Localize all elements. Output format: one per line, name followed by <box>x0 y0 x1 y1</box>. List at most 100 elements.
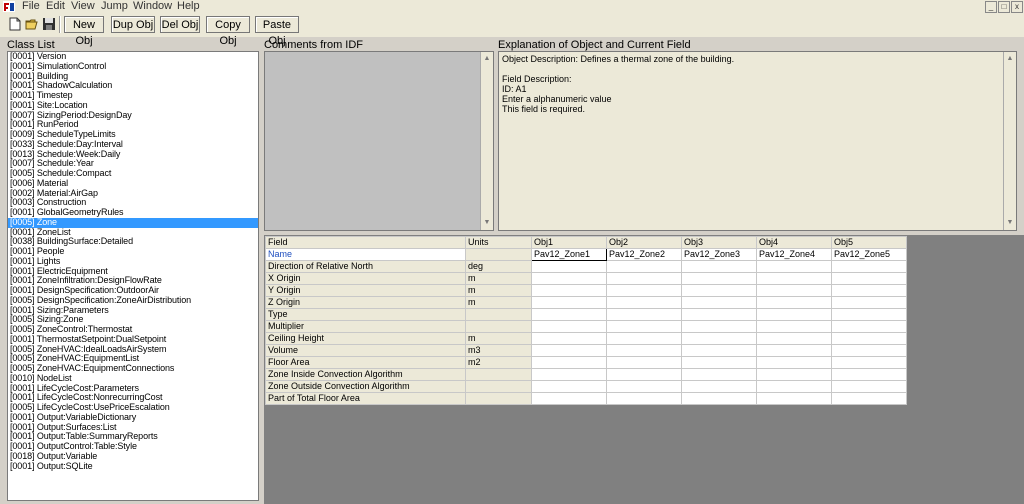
object-value-cell[interactable] <box>756 380 832 393</box>
object-value-cell[interactable] <box>756 320 832 333</box>
field-name-cell[interactable]: Volume <box>265 344 466 357</box>
object-value-cell[interactable] <box>531 296 607 309</box>
field-name-cell[interactable]: Ceiling Height <box>265 332 466 345</box>
object-value-cell[interactable] <box>531 344 607 357</box>
object-value-cell[interactable] <box>831 308 907 321</box>
scroll-down-arrow-icon[interactable]: ▼ <box>1004 217 1016 229</box>
close-button[interactable]: x <box>1011 1 1023 13</box>
object-value-cell[interactable] <box>606 260 682 273</box>
comments-textbox[interactable]: ▲ ▼ <box>264 51 494 231</box>
object-value-cell[interactable] <box>681 380 757 393</box>
object-value-cell[interactable] <box>681 320 757 333</box>
grid-column-header[interactable]: Obj5 <box>831 236 907 249</box>
minimize-button[interactable]: _ <box>985 1 997 13</box>
object-value-cell[interactable] <box>831 332 907 345</box>
menu-help[interactable]: Help <box>177 0 200 13</box>
save-icon[interactable] <box>42 17 56 31</box>
object-value-cell[interactable] <box>531 380 607 393</box>
field-name-cell[interactable]: X Origin <box>265 272 466 285</box>
dup-obj-button[interactable]: Dup Obj <box>111 16 155 33</box>
new-file-icon[interactable] <box>8 17 22 31</box>
object-value-cell[interactable] <box>606 320 682 333</box>
field-name-cell[interactable]: Zone Inside Convection Algorithm <box>265 368 466 381</box>
open-folder-icon[interactable] <box>25 17 39 31</box>
grid-column-header[interactable]: Units <box>465 236 532 249</box>
object-grid[interactable]: Field Units Obj1 Obj2 Obj3 Obj4 Obj5 Name Pav12_… <box>265 236 907 405</box>
paste-obj-button[interactable]: Paste Obj <box>255 16 299 47</box>
object-value-cell[interactable] <box>756 368 832 381</box>
object-value-cell[interactable] <box>681 308 757 321</box>
del-obj-button[interactable]: Del Obj <box>160 16 200 33</box>
object-value-cell[interactable] <box>831 296 907 309</box>
object-value-cell[interactable] <box>606 296 682 309</box>
menu-jump[interactable]: Jump <box>101 0 128 13</box>
copy-obj-button[interactable]: Copy Obj <box>206 16 250 47</box>
object-value-cell[interactable] <box>681 392 757 405</box>
class-list-item[interactable]: [0001] Output:SQLite <box>8 461 258 472</box>
object-value-cell[interactable] <box>756 392 832 405</box>
field-name-cell[interactable]: Multiplier <box>265 320 466 333</box>
class-list[interactable]: [0001] Version [0001] SimulationControl [0… <box>7 51 259 501</box>
field-name-cell[interactable]: Name <box>265 248 466 261</box>
field-name-cell[interactable]: Floor Area <box>265 356 466 369</box>
object-value-cell[interactable]: Pav12_Zone1 <box>531 248 607 261</box>
object-value-cell[interactable] <box>756 308 832 321</box>
object-value-cell[interactable] <box>531 260 607 273</box>
field-name-cell[interactable]: Z Origin <box>265 296 466 309</box>
object-value-cell[interactable] <box>831 368 907 381</box>
object-value-cell[interactable] <box>606 272 682 285</box>
object-value-cell[interactable] <box>831 272 907 285</box>
object-value-cell[interactable]: Pav12_Zone3 <box>681 248 757 261</box>
menu-view[interactable]: View <box>71 0 95 13</box>
comments-scrollbar[interactable]: ▲ ▼ <box>480 52 493 230</box>
scroll-up-arrow-icon[interactable]: ▲ <box>481 53 493 65</box>
grid-column-header[interactable]: Obj2 <box>606 236 682 249</box>
object-value-cell[interactable] <box>606 344 682 357</box>
object-value-cell[interactable] <box>531 284 607 297</box>
object-value-cell[interactable] <box>531 332 607 345</box>
object-value-cell[interactable] <box>531 368 607 381</box>
object-value-cell[interactable] <box>606 368 682 381</box>
object-value-cell[interactable] <box>831 344 907 357</box>
object-value-cell[interactable] <box>831 380 907 393</box>
object-value-cell[interactable]: Pav12_Zone5 <box>831 248 907 261</box>
menu-file[interactable]: File <box>22 0 40 13</box>
object-value-cell[interactable] <box>606 380 682 393</box>
grid-column-header[interactable]: Obj4 <box>756 236 832 249</box>
menu-window[interactable]: Window <box>133 0 172 13</box>
object-value-cell[interactable] <box>756 332 832 345</box>
object-value-cell[interactable] <box>831 320 907 333</box>
field-name-cell[interactable]: Y Origin <box>265 284 466 297</box>
restore-button[interactable]: □ <box>998 1 1010 13</box>
object-value-cell[interactable] <box>681 356 757 369</box>
object-value-cell[interactable] <box>756 284 832 297</box>
object-value-cell[interactable] <box>606 284 682 297</box>
object-value-cell[interactable] <box>681 296 757 309</box>
object-value-cell[interactable] <box>756 356 832 369</box>
field-name-cell[interactable]: Zone Outside Convection Algorithm <box>265 380 466 393</box>
object-value-cell[interactable] <box>831 356 907 369</box>
object-value-cell[interactable] <box>681 284 757 297</box>
grid-column-header[interactable]: Obj3 <box>681 236 757 249</box>
field-name-cell[interactable]: Direction of Relative North <box>265 260 466 273</box>
object-value-cell[interactable] <box>531 356 607 369</box>
explanation-scrollbar[interactable]: ▲ ▼ <box>1003 52 1016 230</box>
object-value-cell[interactable] <box>681 344 757 357</box>
object-value-cell[interactable] <box>756 344 832 357</box>
object-value-cell[interactable] <box>681 272 757 285</box>
object-value-cell[interactable] <box>606 332 682 345</box>
menu-edit[interactable]: Edit <box>46 0 65 13</box>
grid-column-header[interactable]: Field <box>265 236 466 249</box>
object-value-cell[interactable] <box>756 296 832 309</box>
object-value-cell[interactable] <box>756 272 832 285</box>
object-value-cell[interactable] <box>831 392 907 405</box>
scroll-up-arrow-icon[interactable]: ▲ <box>1004 53 1016 65</box>
object-value-cell[interactable] <box>831 260 907 273</box>
object-value-cell[interactable] <box>606 308 682 321</box>
object-value-cell[interactable] <box>831 284 907 297</box>
field-name-cell[interactable]: Type <box>265 308 466 321</box>
object-value-cell[interactable] <box>681 260 757 273</box>
object-value-cell[interactable]: Pav12_Zone2 <box>606 248 682 261</box>
object-value-cell[interactable] <box>681 368 757 381</box>
object-value-cell[interactable] <box>756 260 832 273</box>
